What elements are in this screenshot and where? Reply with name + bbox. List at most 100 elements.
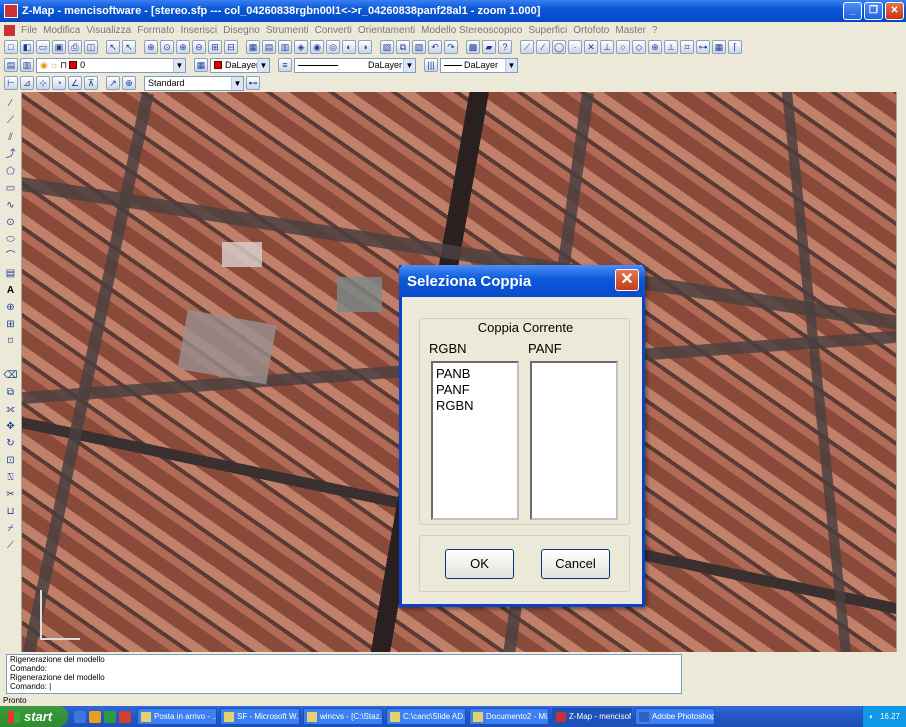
perpendicular-icon[interactable]: ⊥ <box>600 40 614 54</box>
dim-ordinate-icon[interactable]: ⊹ <box>36 76 50 90</box>
quicklaunch-icon[interactable] <box>119 710 131 723</box>
model-icon[interactable]: ◉ <box>310 40 324 54</box>
dialog-close-button[interactable]: ✕ <box>615 269 639 291</box>
polyline-tool-icon[interactable]: ⤴ <box>3 147 19 162</box>
zoom-extents-icon[interactable]: ⊞ <box>208 40 222 54</box>
stereo-icon[interactable]: ◈ <box>294 40 308 54</box>
erase-icon[interactable]: ⌫ <box>3 368 19 383</box>
construction-line-icon[interactable]: ⟋ <box>3 113 19 128</box>
break-icon[interactable]: ⌿ <box>3 521 19 536</box>
paste-icon[interactable]: ▨ <box>412 40 426 54</box>
tangent-icon[interactable]: ○ <box>616 40 630 54</box>
measure-icon[interactable]: ⟂ <box>664 40 678 54</box>
zoom-previous-icon[interactable]: ⊟ <box>224 40 238 54</box>
zoom-out-icon[interactable]: ⊖ <box>192 40 206 54</box>
tray-icon[interactable]: ◐ <box>869 712 874 721</box>
move-icon[interactable]: ✥ <box>3 419 19 434</box>
insert-icon[interactable]: ⌑ <box>3 334 19 349</box>
zoom-realtime-icon[interactable]: ⊙ <box>160 40 174 54</box>
orient-icon[interactable]: ◎ <box>326 40 340 54</box>
dim-linear-icon[interactable]: ⊢ <box>4 76 18 90</box>
rotate-icon[interactable]: ↻ <box>3 436 19 451</box>
zoom-window-icon[interactable]: ⊕ <box>144 40 158 54</box>
stretch-icon[interactable]: ⍂ <box>3 470 19 485</box>
command-history[interactable]: Rigenerazione del modello Comando: Rigen… <box>6 654 682 694</box>
task-folder[interactable]: C:\canc\Slide AD... <box>386 708 466 725</box>
polyline-icon[interactable]: ⟋ <box>520 40 534 54</box>
undo-icon[interactable]: ↶ <box>428 40 442 54</box>
menu-formato[interactable]: Formato <box>137 25 174 36</box>
arc-icon[interactable]: ∿ <box>3 198 19 213</box>
command-input[interactable]: Comando: | <box>10 682 681 691</box>
quicklaunch-icon[interactable] <box>89 710 101 723</box>
help-icon[interactable]: ? <box>498 40 512 54</box>
menu-inserisci[interactable]: Inserisci <box>180 25 217 36</box>
open-file-icon[interactable]: ◧ <box>20 40 34 54</box>
copy-icon[interactable]: ⧉ <box>396 40 410 54</box>
chevron-down-icon[interactable]: ▼ <box>173 58 185 72</box>
ok-button[interactable]: OK <box>445 549 514 579</box>
snap-settings-icon[interactable]: ⌗ <box>680 40 694 54</box>
menu-visualizza[interactable]: Visualizza <box>86 25 131 36</box>
dim-baseline-icon[interactable]: ⊼ <box>84 76 98 90</box>
table-icon[interactable]: ▤ <box>262 40 276 54</box>
list-item[interactable]: PANB <box>436 366 514 382</box>
circle-icon[interactable]: ◯ <box>552 40 566 54</box>
layer-select[interactable]: ◉ ☼ ⊓ 0 ▼ <box>36 57 186 73</box>
rectangle-icon[interactable]: ▭ <box>3 181 19 196</box>
task-photoshop[interactable]: Adobe Photoshop <box>635 708 715 725</box>
chevron-down-icon[interactable]: ▼ <box>403 58 415 72</box>
leader-icon[interactable]: ↗ <box>106 76 120 90</box>
menu-superfici[interactable]: Superfici <box>528 25 567 36</box>
image-icon[interactable]: ▧ <box>380 40 394 54</box>
task-wincvs[interactable]: wincvs - [C:\Staz... <box>303 708 383 725</box>
scale-icon[interactable]: ⊡ <box>3 453 19 468</box>
chevron-down-icon[interactable]: ▼ <box>505 58 517 72</box>
cancel-button[interactable]: Cancel <box>541 549 610 579</box>
layer-manager-icon[interactable]: ▤ <box>4 58 18 72</box>
chevron-down-icon[interactable]: ▼ <box>257 58 269 72</box>
layer-icon[interactable]: ▥ <box>278 40 292 54</box>
menu-strumenti[interactable]: Strumenti <box>266 25 309 36</box>
window-close-button[interactable]: ✕ <box>885 2 904 20</box>
minimize-button[interactable]: _ <box>843 2 862 20</box>
dim-style-select[interactable]: Standard ▼ <box>144 75 244 91</box>
right-image-list[interactable] <box>530 361 618 520</box>
left-image-list[interactable]: PANB PANF RGBN <box>431 361 519 520</box>
lineweight-select[interactable]: DaLayer ▼ <box>440 57 518 73</box>
list-item[interactable]: RGBN <box>436 398 514 414</box>
cross-icon[interactable]: ✕ <box>584 40 598 54</box>
quicklaunch-icon[interactable] <box>74 710 86 723</box>
list-item[interactable]: PANF <box>436 382 514 398</box>
region-icon[interactable]: ⊕ <box>3 300 19 315</box>
dim-aligned-icon[interactable]: ⊿ <box>20 76 34 90</box>
print-icon[interactable]: ⎙ <box>68 40 82 54</box>
save-icon[interactable]: ▣ <box>52 40 66 54</box>
menu-master[interactable]: Master <box>615 25 646 36</box>
block-icon[interactable]: ⊞ <box>3 317 19 332</box>
line-icon[interactable]: ∕ <box>536 40 550 54</box>
dialog-title-bar[interactable]: Seleziona Coppia ✕ <box>399 265 645 297</box>
task-zmap[interactable]: Z-Map - mencisof... <box>552 708 632 725</box>
pattern-icon[interactable]: ▦ <box>712 40 726 54</box>
menu-modello-stereoscopico[interactable]: Modello Stereoscopico <box>421 25 522 36</box>
snap-icon[interactable]: ◇ <box>632 40 646 54</box>
ellipse-icon[interactable]: ⬭ <box>3 232 19 247</box>
multiline-icon[interactable]: ⫽ <box>3 130 19 145</box>
extend-icon[interactable]: ⊔ <box>3 504 19 519</box>
target-icon[interactable]: ⊕ <box>648 40 662 54</box>
surface-icon[interactable]: ◐ <box>342 40 356 54</box>
ortho-icon[interactable]: ◑ <box>358 40 372 54</box>
dim-radius-icon[interactable]: ◔ <box>52 76 66 90</box>
explode-icon[interactable]: ⟋ <box>3 538 19 553</box>
trim-icon[interactable]: ✂ <box>3 487 19 502</box>
start-button[interactable]: start <box>0 706 68 727</box>
menu-disegno[interactable]: Disegno <box>223 25 260 36</box>
mirror-icon[interactable]: ⟗ <box>3 402 19 417</box>
spline-icon[interactable]: ⌒ <box>3 249 19 264</box>
title-bar[interactable]: Z-Map - mencisoftware - [stereo.sfp --- … <box>0 0 906 22</box>
linetype-select[interactable]: DaLayer ▼ <box>294 57 416 73</box>
point-icon[interactable]: · <box>568 40 582 54</box>
menu-file[interactable]: File <box>21 25 37 36</box>
select-icon[interactable]: ↖ <box>122 40 136 54</box>
